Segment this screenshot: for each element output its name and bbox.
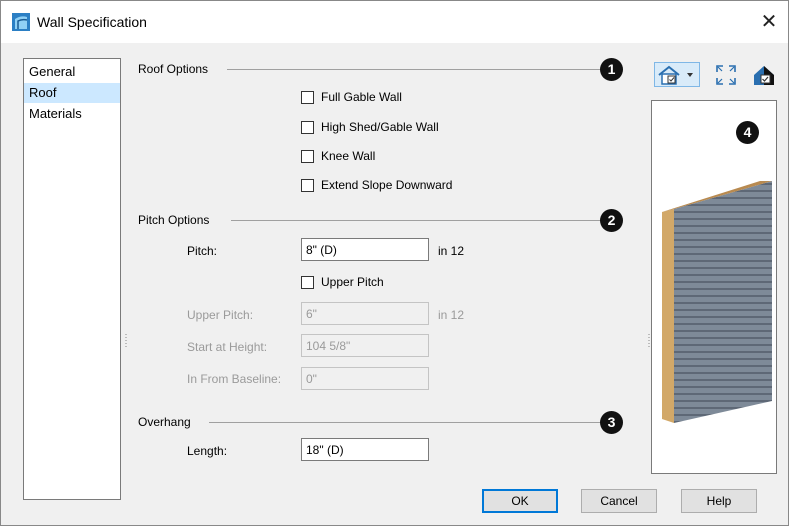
- checkbox-box[interactable]: [301, 149, 314, 163]
- checkbox-label: Upper Pitch: [321, 275, 384, 289]
- checkbox-box[interactable]: [301, 275, 314, 289]
- sidebar-item-materials[interactable]: Materials: [24, 104, 120, 124]
- length-label: Length:: [187, 444, 228, 458]
- pitch-unit: in 12: [438, 244, 465, 258]
- callout-badge-1: 1: [600, 58, 623, 81]
- checkbox-label: Knee Wall: [321, 149, 376, 163]
- upper-pitch-unit: in 12: [438, 308, 465, 322]
- overhang-divider: [209, 422, 601, 423]
- checkbox-box[interactable]: [301, 178, 314, 192]
- high-shed-gable-wall-checkbox[interactable]: High Shed/Gable Wall: [301, 119, 439, 135]
- pitch-options-heading: Pitch Options: [138, 213, 210, 227]
- roof-options-heading: Roof Options: [138, 62, 209, 76]
- checkbox-box[interactable]: [301, 90, 314, 104]
- overhang-heading: Overhang: [138, 415, 191, 429]
- window-title: Wall Specification: [37, 14, 147, 30]
- preview-color-icon: [754, 65, 774, 85]
- upper-pitch-checkbox[interactable]: Upper Pitch: [301, 274, 384, 290]
- wall-preview-pane[interactable]: 4: [651, 100, 777, 474]
- left-splitter-handle[interactable]: [125, 334, 127, 348]
- category-list: General Roof Materials: [23, 58, 121, 500]
- ok-button[interactable]: OK: [482, 489, 558, 513]
- knee-wall-checkbox[interactable]: Knee Wall: [301, 148, 375, 164]
- start-at-height-label: Start at Height:: [187, 340, 268, 354]
- checkbox-label: High Shed/Gable Wall: [321, 120, 439, 134]
- wall-3d-preview-image: [662, 181, 772, 423]
- title-bar: Wall Specification ✕: [1, 1, 788, 43]
- pitch-input[interactable]: [301, 238, 429, 261]
- chevron-down-icon: [687, 72, 693, 77]
- sidebar-item-general[interactable]: General: [24, 62, 120, 82]
- checkbox-label: Full Gable Wall: [321, 90, 402, 104]
- sidebar-item-roof[interactable]: Roof: [24, 83, 120, 103]
- pitch-label: Pitch:: [187, 244, 218, 258]
- preview-color-button[interactable]: [749, 62, 779, 87]
- wall-specification-dialog: Wall Specification ✕ General Roof Materi…: [0, 0, 789, 526]
- fill-window-button[interactable]: [711, 62, 741, 87]
- callout-badge-3: 3: [600, 411, 623, 434]
- upper-pitch-label: Upper Pitch:: [187, 308, 254, 322]
- cancel-button[interactable]: Cancel: [581, 489, 657, 513]
- in-from-baseline-input[interactable]: [301, 367, 429, 390]
- right-splitter-handle[interactable]: [648, 334, 650, 348]
- fill-window-icon: [716, 64, 736, 85]
- app-icon: [12, 13, 30, 31]
- in-from-baseline-label: In From Baseline:: [187, 372, 282, 386]
- close-button[interactable]: ✕: [754, 7, 784, 37]
- length-input[interactable]: [301, 438, 429, 461]
- upper-pitch-input[interactable]: [301, 302, 429, 325]
- checkbox-label: Extend Slope Downward: [321, 178, 453, 192]
- pitch-options-divider: [231, 220, 601, 221]
- callout-badge-2: 2: [600, 209, 623, 232]
- house-view-icon: [658, 65, 693, 85]
- extend-slope-downward-checkbox[interactable]: Extend Slope Downward: [301, 177, 452, 193]
- help-button[interactable]: Help: [681, 489, 757, 513]
- start-at-height-input[interactable]: [301, 334, 429, 357]
- full-gable-wall-checkbox[interactable]: Full Gable Wall: [301, 89, 402, 105]
- checkbox-box[interactable]: [301, 120, 314, 134]
- roof-options-divider: [227, 69, 601, 70]
- view-options-dropdown-button[interactable]: [654, 62, 700, 87]
